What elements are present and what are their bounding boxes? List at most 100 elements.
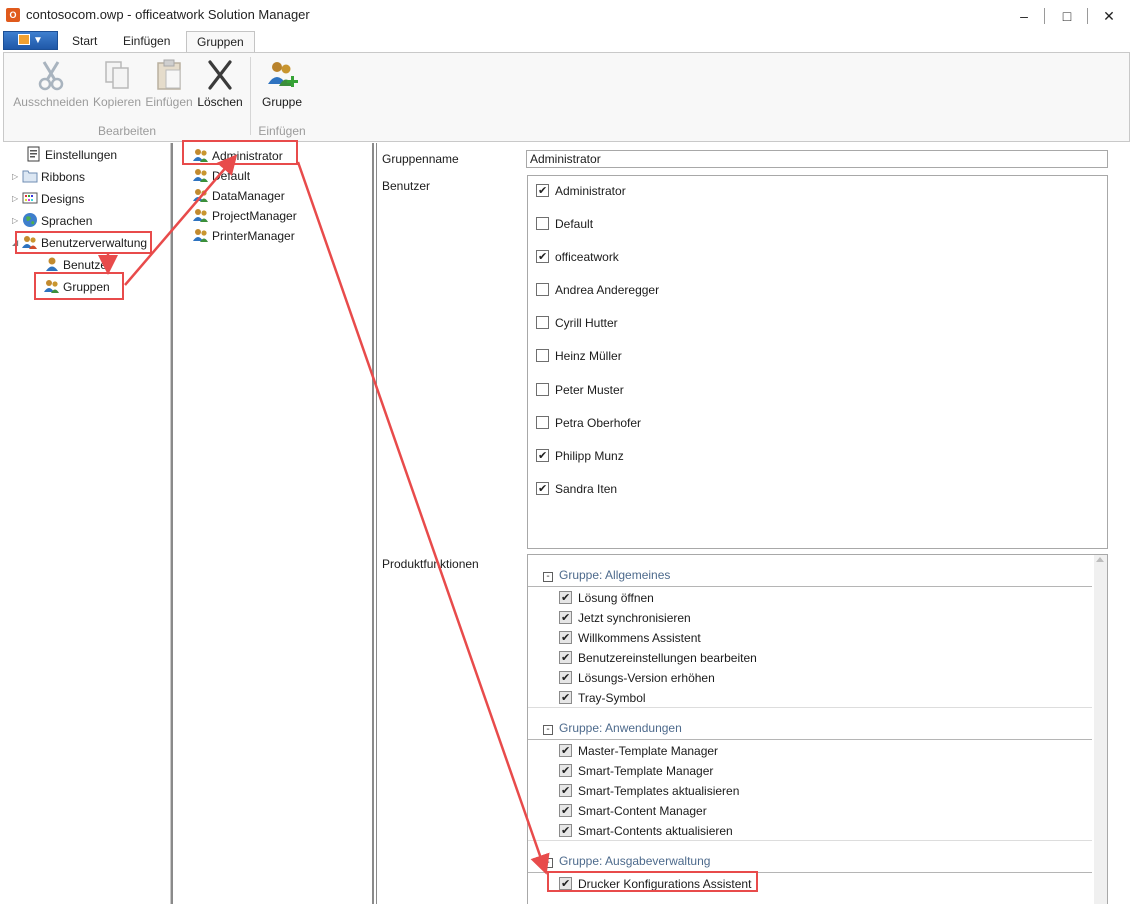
user-row-petra-oberhofer[interactable]: Petra Oberhofer <box>536 414 641 432</box>
divider <box>528 872 1092 873</box>
feature-row[interactable]: Smart-Content Manager <box>559 802 707 820</box>
checkbox[interactable] <box>559 802 572 820</box>
checkbox[interactable] <box>559 689 572 707</box>
nav-item-ribbons[interactable]: ▷ Ribbons <box>12 167 85 187</box>
feature-row[interactable]: Lösungs-Version erhöhen <box>559 669 715 687</box>
checkbox[interactable] <box>536 480 549 498</box>
feature-row[interactable]: Smart-Contents aktualisieren <box>559 822 733 840</box>
feature-row[interactable]: Tray-Symbol <box>559 689 646 707</box>
feature-row[interactable]: Willkommens Assistent <box>559 629 701 647</box>
add-group-button[interactable]: Gruppe <box>256 58 308 109</box>
collapse-icon[interactable]: - <box>543 572 553 582</box>
feature-row[interactable]: Master-Template Manager <box>559 742 718 760</box>
checkbox[interactable] <box>536 349 549 362</box>
feature-row[interactable]: Jetzt synchronisieren <box>559 609 691 627</box>
maximize-button[interactable]: □ <box>1050 6 1084 28</box>
group-item-projectmanager[interactable]: ProjectManager <box>193 206 297 226</box>
nav-item-benutzerverwaltung[interactable]: ◢ Benutzerverwaltung <box>12 233 147 253</box>
feature-group-header[interactable]: - Gruppe: Anwendungen <box>543 719 682 737</box>
delete-button[interactable]: Löschen <box>196 58 244 109</box>
checkbox[interactable] <box>559 782 572 800</box>
feature-label: Smart-Templates aktualisieren <box>578 784 740 798</box>
user-row-heinz-mueller[interactable]: Heinz Müller <box>536 347 622 365</box>
nav-label: Einstellungen <box>45 148 118 162</box>
group-item-administrator[interactable]: Administrator <box>193 146 283 166</box>
user-row-peter-muster[interactable]: Peter Muster <box>536 381 624 399</box>
checkbox[interactable] <box>536 283 549 296</box>
collapse-arrow-icon[interactable]: ◢ <box>12 233 22 253</box>
cut-button[interactable]: Ausschneiden <box>12 58 90 109</box>
tab-einfuegen[interactable]: Einfügen <box>113 31 180 52</box>
folder-icon <box>22 170 38 183</box>
group-item-datamanager[interactable]: DataManager <box>193 186 285 206</box>
paste-button[interactable]: Einfügen <box>144 58 194 109</box>
minimize-button[interactable]: – <box>1007 6 1041 28</box>
feature-group-title: Gruppe: Ausgabeverwaltung <box>559 854 711 868</box>
feature-group-title: Gruppe: Anwendungen <box>559 721 682 735</box>
user-name: Cyrill Hutter <box>555 316 618 330</box>
collapse-icon[interactable]: - <box>543 725 553 735</box>
user-name: Administrator <box>555 184 626 198</box>
feature-group-header[interactable]: - Gruppe: Ausgabeverwaltung <box>543 852 710 870</box>
checkbox[interactable] <box>536 217 549 230</box>
copy-label: Kopieren <box>92 95 142 109</box>
features-label: Produktfunktionen <box>382 557 479 571</box>
cut-label: Ausschneiden <box>13 95 89 109</box>
feature-row[interactable]: Benutzereinstellungen bearbeiten <box>559 649 757 667</box>
expand-arrow-icon[interactable]: ▷ <box>12 189 22 209</box>
nav-item-designs[interactable]: ▷ Designs <box>12 189 84 209</box>
group-item-printermanager[interactable]: PrinterManager <box>193 226 295 246</box>
close-button[interactable]: ✕ <box>1092 6 1126 28</box>
checkbox[interactable] <box>536 248 549 266</box>
scissors-icon <box>38 61 64 91</box>
checkbox[interactable] <box>536 182 549 200</box>
divider <box>528 739 1092 740</box>
nav-item-einstellungen[interactable]: Einstellungen <box>26 145 117 165</box>
groupname-input[interactable]: Administrator <box>526 150 1108 168</box>
tab-gruppen[interactable]: Gruppen <box>186 31 255 53</box>
checkbox[interactable] <box>536 416 549 429</box>
checkbox[interactable] <box>559 822 572 840</box>
checkbox[interactable] <box>559 875 572 893</box>
checkbox[interactable] <box>559 609 572 627</box>
checkbox[interactable] <box>559 669 572 687</box>
group-icon <box>193 169 208 182</box>
settings-doc-icon <box>27 146 40 162</box>
feature-row[interactable]: Lösung öffnen <box>559 589 654 607</box>
app-menu-button[interactable]: ▼ <box>3 31 58 50</box>
expand-arrow-icon[interactable]: ▷ <box>12 211 22 231</box>
feature-group-header[interactable]: - Gruppe: Allgemeines <box>543 566 670 584</box>
checkbox[interactable] <box>536 447 549 465</box>
group-item-default[interactable]: Default <box>193 166 250 186</box>
tab-start[interactable]: Start <box>62 31 107 52</box>
collapse-icon[interactable]: - <box>543 858 553 868</box>
user-row-default[interactable]: Default <box>536 215 593 233</box>
user-row-officeatwork[interactable]: officeatwork <box>536 248 619 266</box>
user-row-andrea-anderegger[interactable]: Andrea Anderegger <box>536 281 659 299</box>
users-label: Benutzer <box>382 179 431 193</box>
user-row-philipp-munz[interactable]: Philipp Munz <box>536 447 624 465</box>
checkbox[interactable] <box>559 629 572 647</box>
features-scrollbar[interactable] <box>1094 555 1107 904</box>
copy-button[interactable]: Kopieren <box>92 58 142 109</box>
checkbox[interactable] <box>536 383 549 396</box>
user-row-administrator[interactable]: Administrator <box>536 182 626 200</box>
checkbox[interactable] <box>536 316 549 329</box>
paste-label: Einfügen <box>145 95 193 109</box>
expand-arrow-icon[interactable]: ▷ <box>12 167 22 187</box>
checkbox[interactable] <box>559 762 572 780</box>
nav-item-sprachen[interactable]: ▷ Sprachen <box>12 211 92 231</box>
nav-item-gruppen[interactable]: Gruppen <box>44 277 110 297</box>
user-row-cyrill-hutter[interactable]: Cyrill Hutter <box>536 314 618 332</box>
checkbox[interactable] <box>559 742 572 760</box>
divider <box>528 586 1092 587</box>
checkbox[interactable] <box>559 589 572 607</box>
feature-row[interactable]: Smart-Templates aktualisieren <box>559 782 739 800</box>
feature-row[interactable]: Drucker Konfigurations Assistent <box>559 875 751 893</box>
feature-row[interactable]: Smart-Template Manager <box>559 762 713 780</box>
scroll-up-icon[interactable] <box>1096 557 1104 562</box>
checkbox[interactable] <box>559 649 572 667</box>
clipboard-icon <box>157 59 181 90</box>
nav-item-benutzer[interactable]: Benutzer <box>44 255 111 275</box>
user-row-sandra-iten[interactable]: Sandra Iten <box>536 480 617 498</box>
